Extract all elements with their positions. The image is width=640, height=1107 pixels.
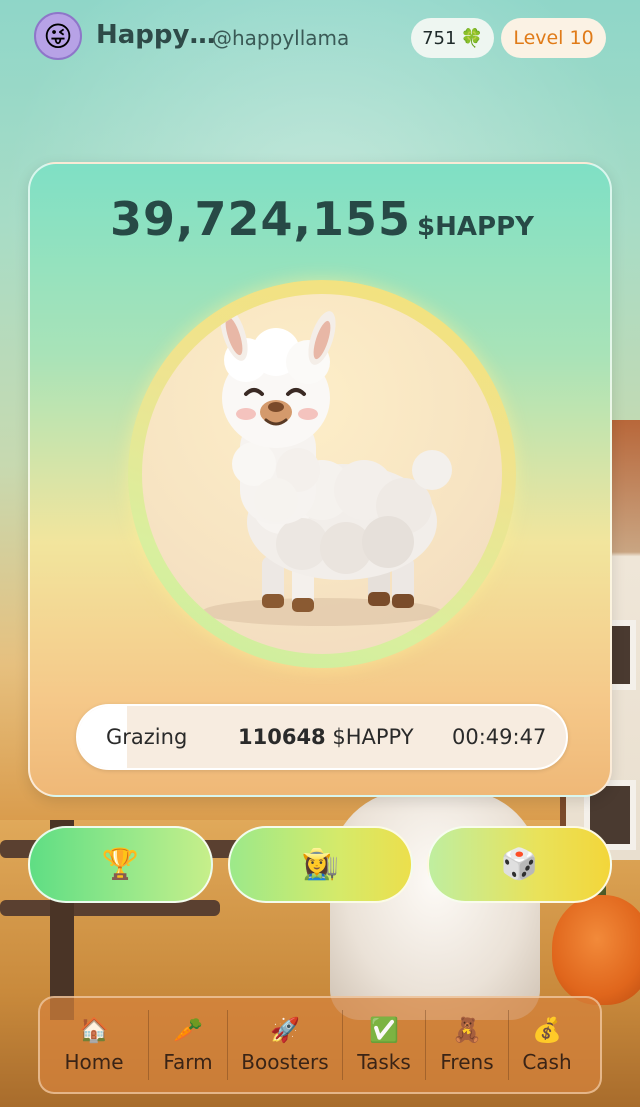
dice-game-button[interactable]: 🎲	[427, 826, 612, 903]
nav-item-boosters[interactable]: 🚀 Boosters	[228, 998, 342, 1092]
dice-icon: 🎲	[500, 847, 539, 882]
reward-amount: 110648	[238, 725, 326, 749]
nav-item-frens[interactable]: 🧸 Frens	[426, 998, 508, 1092]
teddy-bear-icon: 🧸	[452, 1016, 482, 1044]
avatar[interactable]: 😜	[34, 12, 82, 60]
nav-item-farm[interactable]: 🥕 Farm	[149, 998, 227, 1092]
farmer-icon: 👩‍🌾	[301, 847, 340, 882]
coins-badge[interactable]: 751 🍀	[411, 18, 494, 58]
nav-label-tasks: Tasks	[357, 1050, 411, 1074]
status-label: Grazing	[106, 725, 188, 749]
nav-label-home: Home	[64, 1050, 124, 1074]
username: Happy…	[96, 20, 216, 50]
nav-label-cash: Cash	[522, 1050, 572, 1074]
carrot-icon: 🥕	[173, 1016, 203, 1044]
clover-icon: 🍀	[460, 27, 483, 49]
llama-mascot-icon[interactable]	[142, 294, 502, 654]
leaderboard-button[interactable]: 🏆	[28, 826, 213, 903]
nav-label-frens: Frens	[440, 1050, 494, 1074]
nav-label-boosters: Boosters	[241, 1050, 329, 1074]
user-handle: @happyllama	[212, 26, 350, 50]
level-badge[interactable]: Level 10	[501, 18, 606, 58]
coins-count: 751	[422, 27, 457, 49]
house-icon: 🏠	[79, 1016, 109, 1044]
nav-label-farm: Farm	[163, 1050, 213, 1074]
reward-unit: $HAPPY	[332, 725, 414, 749]
nav-item-cash[interactable]: 💰 Cash	[509, 998, 585, 1092]
farmer-button[interactable]: 👩‍🌾	[228, 826, 413, 903]
mascot-ring[interactable]	[128, 280, 516, 668]
money-bag-icon: 💰	[532, 1016, 562, 1044]
bottom-nav: 🏠 Home 🥕 Farm 🚀 Boosters ✅ Tasks 🧸 Frens…	[38, 996, 602, 1094]
balance-unit: $HAPPY	[417, 212, 534, 242]
status-reward: 110648 $HAPPY	[238, 725, 414, 749]
trophy-icon: 🏆	[101, 847, 140, 882]
nav-item-home[interactable]: 🏠 Home	[40, 998, 148, 1092]
status-timer: 00:49:47	[452, 725, 547, 749]
balance-display: 39,724,155 $HAPPY	[30, 192, 614, 246]
rocket-icon: 🚀	[270, 1016, 300, 1044]
grazing-status-bar[interactable]: Grazing 110648 $HAPPY 00:49:47	[76, 704, 568, 770]
pumpkin-background	[552, 895, 640, 1005]
nav-item-tasks[interactable]: ✅ Tasks	[343, 998, 425, 1092]
checkmark-icon: ✅	[369, 1016, 399, 1044]
header: 😜 Happy… @happyllama 751 🍀 Level 10	[0, 0, 640, 78]
main-card: 39,724,155 $HAPPY Grazing 110648 $HAPPY …	[28, 162, 612, 797]
balance-amount: 39,724,155	[110, 192, 412, 246]
llama-background	[330, 790, 540, 1020]
